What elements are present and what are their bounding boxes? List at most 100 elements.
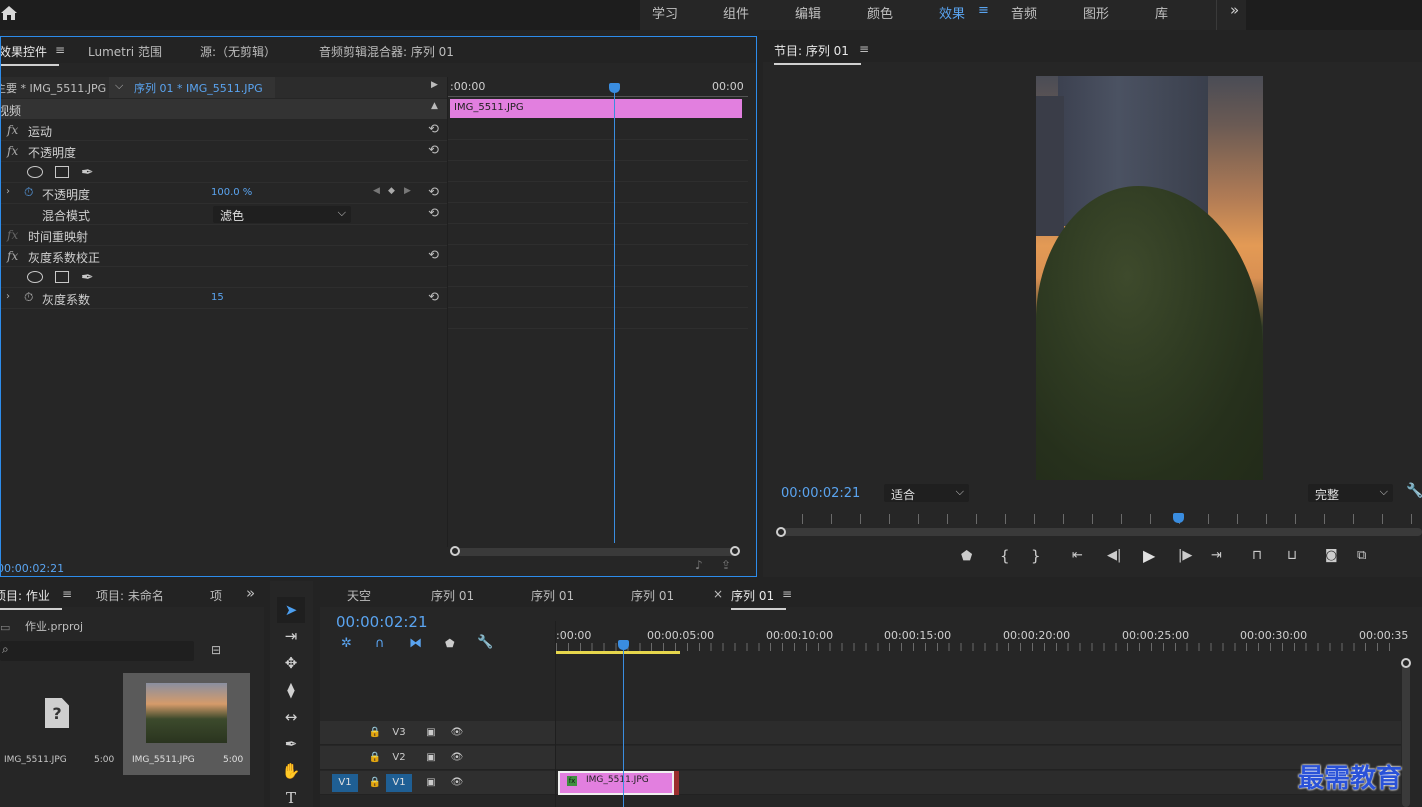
effect-controls-menu-icon[interactable]: ≡ (55, 43, 65, 57)
timeline-ruler-ticks[interactable] (556, 643, 1401, 651)
workspace-assembly[interactable]: 组件 (723, 3, 749, 22)
workspace-effects[interactable]: 效果 (939, 3, 965, 22)
mini-playhead[interactable] (614, 83, 615, 543)
timeline-scroll-handle[interactable] (1401, 658, 1411, 668)
effect-scrollbar[interactable] (453, 548, 739, 556)
stopwatch-icon[interactable]: ⏱ (24, 185, 33, 200)
audio-only-icon[interactable]: ♪ (695, 558, 703, 572)
project-overflow-icon[interactable]: » (246, 584, 255, 602)
workspace-libraries[interactable]: 库 (1155, 3, 1168, 22)
eye-icon[interactable]: 👁 (444, 774, 470, 792)
effect-controls-timecode[interactable]: 00:00:02:21 (1, 562, 64, 575)
compare-view-icon[interactable]: ⧉ (1357, 548, 1366, 563)
sync-lock-icon[interactable]: ▣ (418, 724, 444, 742)
program-scroll-handle[interactable] (776, 527, 786, 537)
project-menu-icon[interactable]: ≡ (62, 587, 72, 601)
nest-icon[interactable]: ✲ (341, 636, 352, 651)
lift-icon[interactable]: ⊓ (1252, 548, 1262, 563)
fit-select[interactable]: 适合 ⌵ (884, 484, 969, 502)
workspace-learn[interactable]: 学习 (652, 3, 678, 22)
fx-toggle-icon[interactable]: fx (7, 144, 18, 158)
expand-arrow-icon[interactable]: › (6, 186, 10, 197)
track-header-v2[interactable]: 🔒 V2 ▣ 👁 (320, 746, 555, 770)
effect-row-time-remap[interactable]: fx 时间重映射 (1, 225, 447, 246)
tab-effect-controls[interactable]: 效果控件 (1, 43, 60, 66)
eye-icon[interactable]: 👁 (444, 724, 470, 742)
timeline-vertical-scrollbar[interactable] (1402, 659, 1410, 807)
gamma-value[interactable]: 15 (211, 292, 224, 303)
expand-arrow-icon[interactable]: › (6, 291, 10, 302)
source-patch-v1[interactable]: V1 (332, 774, 358, 792)
track-header-v3[interactable]: 🔒 V3 ▣ 👁 (320, 721, 555, 745)
program-ruler[interactable] (774, 514, 1422, 524)
mini-playhead-handle[interactable] (609, 83, 620, 93)
eye-icon[interactable]: 👁 (444, 749, 470, 767)
stopwatch-icon[interactable]: ⏱ (24, 290, 33, 305)
slip-tool-icon[interactable]: ↔ (277, 704, 305, 730)
program-monitor-menu-icon[interactable]: ≡ (859, 42, 869, 56)
quality-select[interactable]: 完整 ⌵ (1308, 484, 1393, 502)
reset-icon[interactable]: ⟲ (428, 206, 439, 221)
workspace-audio[interactable]: 音频 (1011, 3, 1037, 22)
sync-lock-icon[interactable]: ▣ (418, 749, 444, 767)
workspace-overflow-icon[interactable]: » (1230, 1, 1239, 19)
type-tool-icon[interactable]: T (277, 785, 305, 807)
opacity-value[interactable]: 100.0 % (211, 187, 252, 198)
tab-audio-clip-mixer[interactable]: 音频剪辑混合器: 序列 01 (319, 43, 454, 60)
reset-icon[interactable]: ⟲ (428, 143, 439, 158)
tab-sequence-01-active[interactable]: 序列 01 (731, 587, 787, 610)
project-item-selected[interactable]: IMG_5511.JPG 5:00 (123, 673, 250, 775)
tab-sequence-01-a[interactable]: 序列 01 (431, 587, 474, 604)
pen-mask-icon[interactable]: ✒ (81, 268, 94, 286)
program-playhead[interactable] (1173, 513, 1184, 523)
tab-source[interactable]: 源:（无剪辑） (200, 43, 276, 60)
play-only-icon[interactable]: ▶ (431, 80, 438, 90)
clip-bar[interactable]: IMG_5511.JPG (450, 99, 742, 118)
tab-project-items[interactable]: 项 (210, 587, 222, 604)
next-keyframe-icon[interactable]: ▶ (404, 186, 411, 196)
timeline-menu-icon[interactable]: ≡ (782, 587, 792, 601)
ripple-edit-tool-icon[interactable]: ✥ (277, 650, 305, 676)
track-select-tool-icon[interactable]: ⇥ (277, 623, 305, 649)
reset-icon[interactable]: ⟲ (428, 248, 439, 263)
timeline-settings-icon[interactable]: 🔧 (477, 635, 493, 650)
go-to-in-icon[interactable]: ⇤ (1072, 548, 1083, 563)
collapse-icon[interactable]: ▲ (431, 101, 438, 111)
reset-icon[interactable]: ⟲ (428, 122, 439, 137)
lock-icon[interactable]: 🔒 (362, 774, 388, 792)
pen-mask-icon[interactable]: ✒ (81, 163, 94, 181)
fx-toggle-icon[interactable]: fx (7, 123, 18, 137)
effect-row-motion[interactable]: fx 运动 ⟲ (1, 120, 447, 141)
pen-tool-icon[interactable]: ✒ (277, 731, 305, 757)
add-marker-icon[interactable]: ⬟ (445, 637, 455, 650)
play-icon[interactable]: ▶ (1143, 546, 1155, 565)
master-clip-label[interactable]: 主要 * IMG_5511.JPG (1, 80, 106, 96)
timeline-clip[interactable]: fx IMG_5511.JPG (558, 771, 674, 795)
export-icon[interactable]: ⇪ (721, 558, 731, 572)
ellipse-mask-icon[interactable] (27, 166, 43, 178)
effect-row-gamma[interactable]: fx 灰度系数校正 ⟲ (1, 246, 447, 267)
project-item[interactable]: ? IMG_5511.JPG 5:00 (0, 673, 120, 773)
new-search-bin-icon[interactable]: ⊟ (211, 643, 221, 657)
effect-row-opacity[interactable]: fx 不透明度 ⟲ (1, 141, 447, 162)
tab-project-untitled[interactable]: 项目: 未命名 (96, 587, 164, 604)
ellipse-mask-icon[interactable] (27, 271, 43, 283)
rectangle-mask-icon[interactable] (55, 271, 69, 283)
camera-icon[interactable]: ◙ (1325, 548, 1338, 563)
fx-toggle-icon[interactable]: fx (7, 249, 18, 263)
step-forward-icon[interactable]: |▶ (1178, 548, 1192, 563)
home-icon[interactable] (0, 4, 20, 24)
mark-in-icon[interactable]: { (1000, 547, 1010, 565)
workspace-graphics[interactable]: 图形 (1083, 3, 1109, 22)
snap-magnet-icon[interactable]: ∩ (375, 636, 385, 651)
timeline-timecode[interactable]: 00:00:02:21 (336, 613, 428, 631)
workspace-editing[interactable]: 编辑 (795, 3, 821, 22)
reset-icon[interactable]: ⟲ (428, 185, 439, 200)
prev-keyframe-icon[interactable]: ◀ (373, 186, 380, 196)
close-tab-icon[interactable]: × (713, 587, 723, 601)
reset-icon[interactable]: ⟲ (428, 290, 439, 305)
tab-lumetri-scopes[interactable]: Lumetri 范围 (88, 43, 162, 60)
extract-icon[interactable]: ⊔ (1287, 548, 1297, 563)
program-scrollbar[interactable] (777, 528, 1422, 536)
track-label-v3[interactable]: V3 (386, 724, 412, 742)
